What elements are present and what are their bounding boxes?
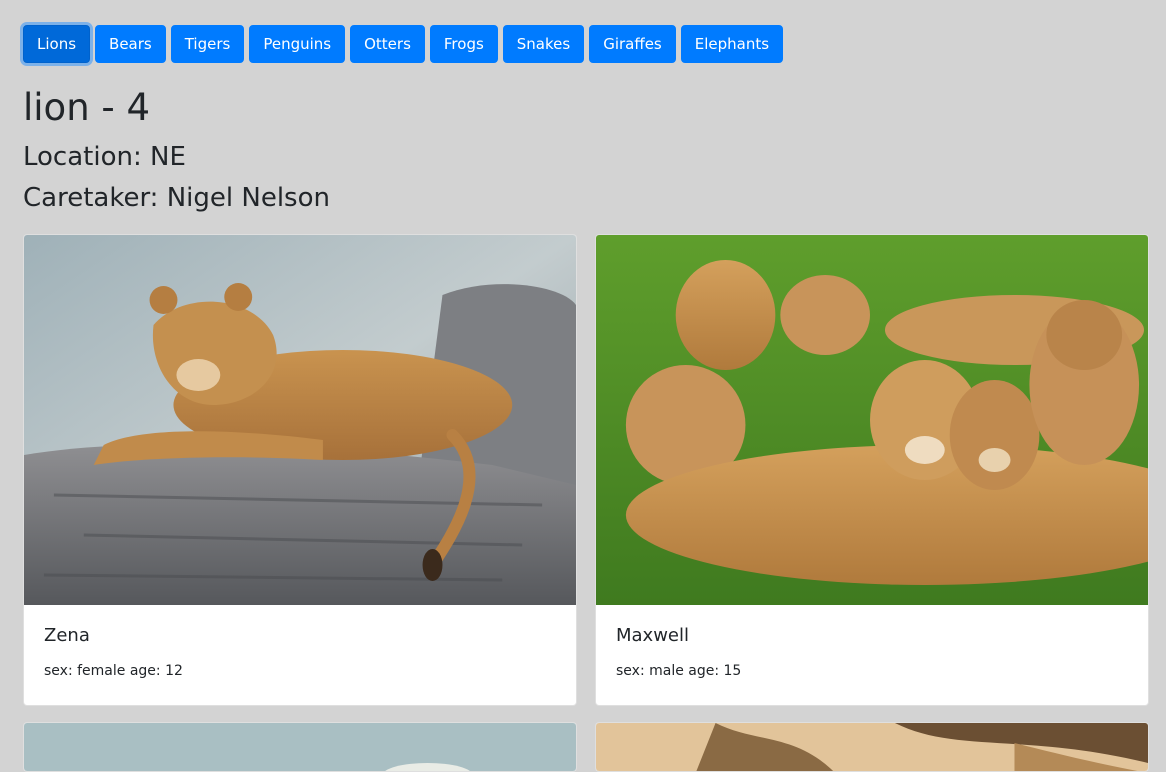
nav-button-frogs[interactable]: Frogs [429,25,498,63]
animal-details: sex: female age: 12 [44,663,183,679]
animal-name: Maxwell [616,625,690,646]
location-heading: Location: NE [23,142,186,172]
nav-button-elephants[interactable]: Elephants [680,25,784,63]
animal-card: Maxwell sex: male age: 15 [595,234,1149,706]
animal-card [595,722,1149,772]
nav-button-tigers[interactable]: Tigers [170,25,245,63]
animal-name: Zena [44,625,90,646]
lion-pride-image [596,235,1148,605]
animal-card: Zena sex: female age: 12 [23,234,577,706]
nav-button-bears[interactable]: Bears [95,25,166,63]
animal-card [23,722,577,772]
animal-nav: Lions Bears Tigers Penguins Otters Frogs… [23,25,784,63]
page-title: lion - 4 [23,86,151,129]
lion-image [24,723,576,771]
caretaker-heading: Caretaker: Nigel Nelson [23,183,330,213]
nav-button-giraffes[interactable]: Giraffes [589,25,676,63]
lioness-on-rock-image [24,235,576,605]
lion-mane-image [596,723,1148,771]
nav-button-snakes[interactable]: Snakes [502,25,585,63]
nav-button-penguins[interactable]: Penguins [249,25,346,63]
nav-button-otters[interactable]: Otters [350,25,425,63]
nav-button-lions[interactable]: Lions [23,25,91,63]
animal-details: sex: male age: 15 [616,663,742,679]
